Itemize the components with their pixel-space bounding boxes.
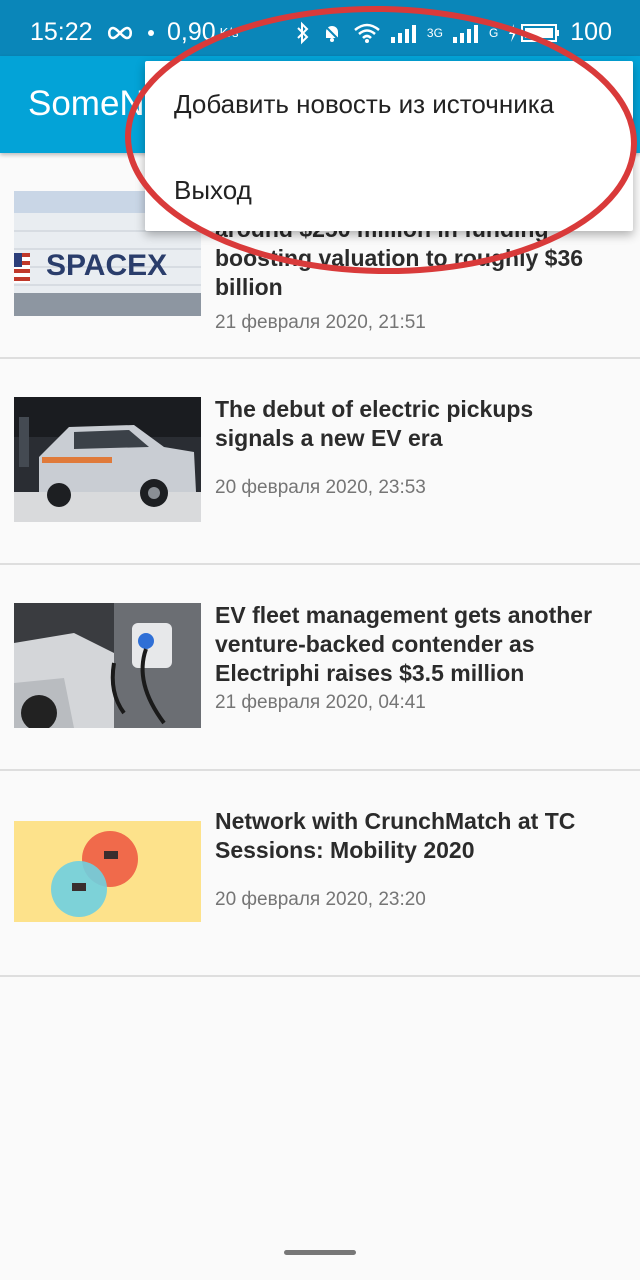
app-title: SomeNews bbox=[28, 84, 148, 123]
battery-charging-icon bbox=[508, 22, 560, 44]
network-speed: 0,90 bbox=[167, 18, 216, 46]
dot-icon bbox=[147, 29, 155, 37]
news-headline: Network with CrunchMatch at TC Sessions:… bbox=[215, 808, 576, 863]
news-item[interactable]: Network with CrunchMatch at TC Sessions:… bbox=[0, 771, 640, 977]
infinity-icon bbox=[105, 24, 135, 42]
news-text: EV fleet management gets another venture… bbox=[215, 601, 600, 714]
status-right-icons: 3G G 100 bbox=[295, 18, 612, 47]
menu-item-exit[interactable]: Выход bbox=[174, 175, 252, 206]
news-date: 21 февраля 2020, 04:41 bbox=[215, 692, 426, 713]
network-speed-unit: K/s bbox=[219, 25, 239, 40]
signal-strength-icon-2 bbox=[452, 23, 485, 43]
network-type-3g: 3G bbox=[426, 25, 443, 40]
wifi-icon bbox=[353, 22, 381, 44]
news-date: 20 февраля 2020, 23:20 bbox=[215, 889, 426, 910]
news-date: 20 февраля 2020, 23:53 bbox=[215, 477, 426, 498]
overflow-menu: Добавить новость из источника Выход bbox=[145, 61, 633, 231]
news-text: around $250 million in funding boosting … bbox=[215, 215, 600, 334]
news-date: 21 февраля 2020, 21:51 bbox=[215, 312, 426, 333]
status-left-icons: 0,90 K/s bbox=[105, 18, 238, 47]
news-item[interactable]: The debut of electric pickups signals a … bbox=[0, 359, 640, 565]
news-thumbnail-pickup bbox=[14, 397, 201, 522]
news-text: Network with CrunchMatch at TC Sessions:… bbox=[215, 807, 600, 911]
news-headline: The debut of electric pickups signals a … bbox=[215, 396, 534, 451]
menu-item-add-from-source[interactable]: Добавить новость из источника bbox=[174, 89, 554, 120]
bluetooth-icon bbox=[295, 21, 311, 45]
news-thumbnail-charger bbox=[14, 603, 201, 728]
news-headline: EV fleet management gets another venture… bbox=[215, 602, 593, 686]
navigation-handle[interactable] bbox=[284, 1250, 356, 1255]
alarm-off-icon bbox=[321, 22, 343, 44]
news-text: The debut of electric pickups signals a … bbox=[215, 395, 600, 499]
network-type-g: G bbox=[488, 25, 499, 40]
signal-strength-icon bbox=[390, 23, 423, 43]
spacex-logo-text: SPACEX bbox=[46, 249, 167, 282]
battery-level: 100 bbox=[570, 18, 612, 46]
news-thumbnail-crunchmatch bbox=[14, 821, 201, 922]
status-time: 15:22 bbox=[30, 18, 93, 46]
news-item[interactable]: EV fleet management gets another venture… bbox=[0, 565, 640, 771]
news-list: SPACEX around $250 million in funding bo… bbox=[0, 153, 640, 977]
